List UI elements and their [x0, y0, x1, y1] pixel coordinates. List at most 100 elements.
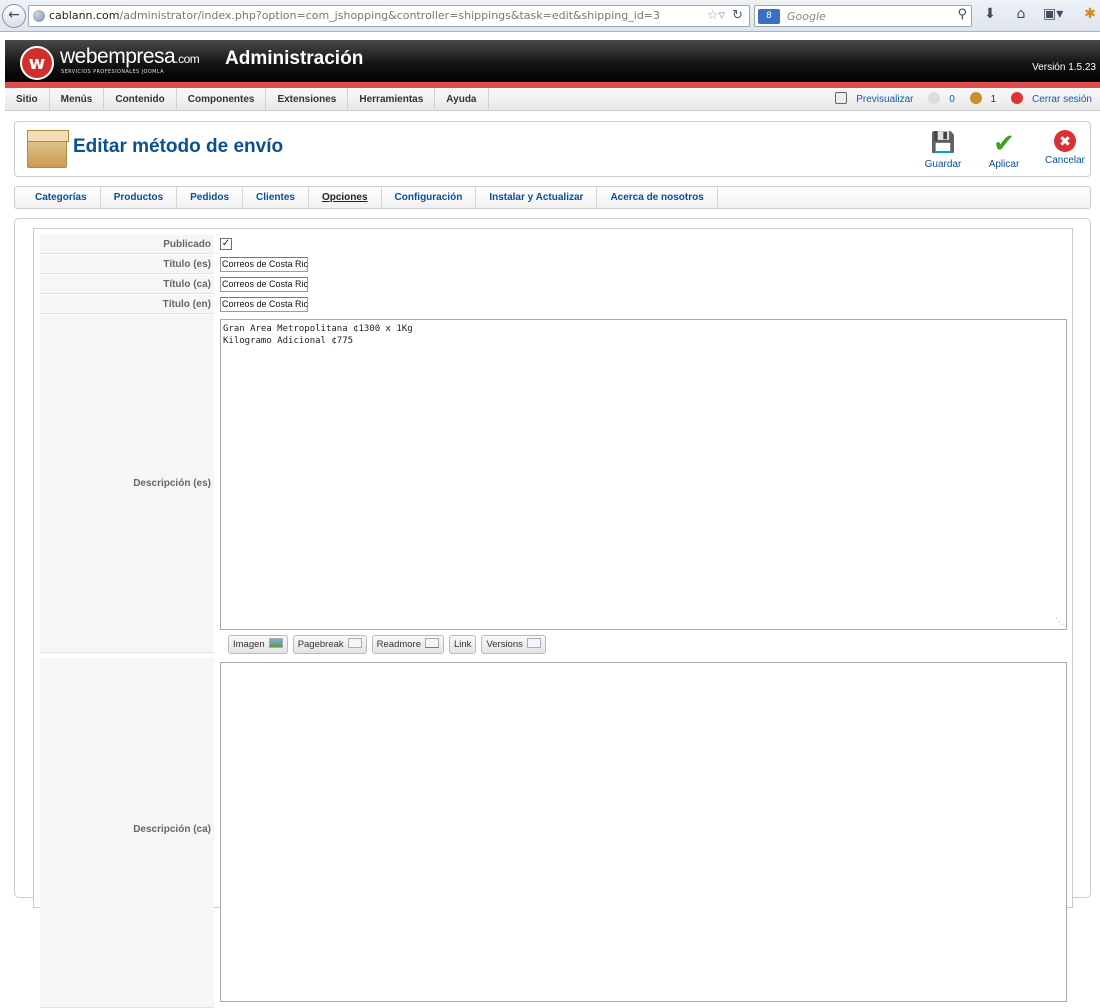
editor-buttons-es: Imagen Pagebreak Readmore Link Versions [228, 635, 551, 654]
url-text: cablann.com/administrator/index.php?opti… [49, 9, 661, 22]
description-es-label: Descripción (es) [40, 315, 214, 653]
image-button[interactable]: Imagen [228, 635, 288, 654]
reload-icon[interactable]: ↻ [732, 8, 743, 23]
tab-opciones[interactable]: Opciones [309, 187, 382, 208]
title-ca-input[interactable]: Correos de Costa Rica [220, 277, 308, 292]
home-icon[interactable]: ⌂ [1011, 6, 1031, 22]
preview-link[interactable]: Previsualizar [829, 92, 914, 105]
description-ca-textarea[interactable] [220, 662, 1067, 1002]
apply-button[interactable]: ✔ Aplicar [978, 130, 1030, 170]
title-en-row: Título (en) Correos de Costa Rica [40, 295, 1070, 314]
title-en-input[interactable]: Correos de Costa Rica [220, 297, 308, 312]
description-ca-row: Descripción (ca) [40, 658, 1070, 1008]
apply-label: Aplicar [988, 159, 1020, 170]
tab-instalar-actualizar[interactable]: Instalar y Actualizar [476, 187, 598, 208]
tab-clientes[interactable]: Clientes [243, 187, 309, 208]
published-label: Publicado [40, 235, 214, 254]
tab-categorias[interactable]: Categorías [15, 187, 101, 208]
admin-title: Administración [225, 48, 364, 69]
pagebreak-button-label: Pagebreak [297, 639, 344, 650]
link-button[interactable]: Link [449, 635, 477, 654]
resize-grip-icon[interactable]: ⋱ [1055, 616, 1064, 628]
version-label: Versión 1.5.23 [1032, 62, 1096, 73]
pagebreak-button[interactable]: Pagebreak [292, 635, 367, 654]
search-input[interactable]: 8 Google ⚲ [754, 5, 972, 27]
toolbar: Editar método de envío 💾 Guardar ✔ Aplic… [14, 121, 1091, 177]
floppy-disk-icon: 💾 [930, 132, 956, 154]
readmore-button-label: Readmore [376, 639, 421, 650]
messages-link[interactable]: 0 [922, 92, 955, 105]
description-ca-label: Descripción (ca) [40, 658, 214, 1008]
cancel-icon: ✖ [1054, 130, 1076, 152]
tab-acerca-de-nosotros[interactable]: Acerca de nosotros [597, 187, 718, 208]
logout-icon [1010, 92, 1023, 104]
tab-configuracion[interactable]: Configuración [382, 187, 477, 208]
published-field: ✓ [220, 238, 232, 250]
addon-icon[interactable]: ✱ [1080, 6, 1100, 22]
status-area: Previsualizar 0 1 Cerrar sesión [823, 88, 1092, 111]
published-checkbox[interactable]: ✓ [220, 238, 232, 250]
readmore-icon [425, 638, 439, 648]
readmore-button[interactable]: Readmore [371, 635, 444, 654]
logo-subtitle: SERVICIOS PROFESIONALES JOOMLA [61, 69, 164, 75]
tab-productos[interactable]: Productos [101, 187, 178, 208]
logout-link[interactable]: Cerrar sesión [1005, 92, 1092, 105]
description-es-textarea[interactable]: Gran Area Metropolitana ¢1300 x 1Kg Kilo… [220, 319, 1067, 630]
address-bar[interactable]: cablann.com/administrator/index.php?opti… [28, 5, 750, 27]
title-en-field: Correos de Costa Rica [220, 297, 308, 312]
versions-icon [526, 638, 541, 648]
menu-item-extensiones[interactable]: Extensiones [266, 88, 349, 111]
description-es-text: Gran Area Metropolitana ¢1300 x 1Kg Kilo… [223, 324, 413, 346]
download-icon[interactable]: ⬇ [980, 6, 1000, 22]
shipping-form: Publicado ✓ Título (es) Correos de Costa… [33, 228, 1073, 1008]
search-icon[interactable]: ⚲ [957, 7, 967, 22]
pagebreak-icon [347, 638, 362, 648]
cancel-button[interactable]: ✖ Cancelar [1039, 130, 1091, 166]
checkmark-icon: ✔ [993, 128, 1015, 158]
logout-label: Cerrar sesión [1031, 94, 1092, 105]
google-engine-icon[interactable]: 8 [758, 9, 780, 24]
title-ca-label: Título (ca) [40, 275, 214, 294]
tab-pedidos[interactable]: Pedidos [177, 187, 244, 208]
versions-button[interactable]: Versions [481, 635, 546, 654]
cancel-label: Cancelar [1044, 155, 1086, 166]
title-es-field: Correos de Costa Rica [220, 257, 308, 272]
back-arrow-icon[interactable]: ← [2, 4, 26, 28]
title-ca-field: Correos de Costa Rica [220, 277, 308, 292]
title-es-label: Título (es) [40, 255, 214, 274]
messages-count: 0 [949, 94, 955, 105]
menu-item-ayuda[interactable]: Ayuda [435, 88, 489, 111]
save-button[interactable]: 💾 Guardar [917, 130, 969, 170]
image-icon [268, 638, 283, 648]
title-en-label: Título (en) [40, 295, 214, 314]
users-icon [969, 92, 982, 104]
menu-item-sitio[interactable]: Sitio [5, 88, 50, 111]
title-es-row: Título (es) Correos de Costa Rica [40, 255, 1070, 274]
submenu-tabs: Categorías Productos Pedidos Clientes Op… [14, 186, 1091, 209]
search-placeholder: Google [787, 10, 826, 23]
users-count: 1 [990, 94, 997, 105]
bookmark-star-icon[interactable]: ☆▿ [707, 8, 725, 23]
admin-header: w webempresa.com SERVICIOS PROFESIONALES… [5, 40, 1100, 88]
versions-button-label: Versions [486, 639, 523, 650]
bookmarks-icon[interactable]: ▣▾ [1043, 6, 1063, 22]
description-es-row: Descripción (es) Gran Area Metropolitana… [40, 315, 1070, 654]
logo-text: webempresa.com [60, 45, 200, 68]
link-button-label: Link [454, 639, 472, 650]
save-label: Guardar [924, 159, 962, 170]
box-icon [27, 130, 69, 168]
title-ca-row: Título (ca) Correos de Costa Rica [40, 275, 1070, 294]
page-title: Editar método de envío [73, 136, 284, 157]
magnifier-icon [835, 92, 848, 104]
image-button-label: Imagen [233, 639, 265, 650]
menu-item-contenido[interactable]: Contenido [104, 88, 177, 111]
main-menu: Sitio Menús Contenido Componentes Extens… [5, 88, 1100, 111]
menu-item-componentes[interactable]: Componentes [177, 88, 267, 111]
published-row: Publicado ✓ [40, 235, 1070, 254]
title-es-input[interactable]: Correos de Costa Rica [220, 257, 308, 272]
menu-item-herramientas[interactable]: Herramientas [348, 88, 436, 111]
menu-item-menus[interactable]: Menús [50, 88, 105, 111]
logo-icon: w [20, 46, 54, 80]
users-link[interactable]: 1 [964, 92, 997, 105]
browser-toolbar: ← cablann.com/administrator/index.php?op… [0, 0, 1100, 32]
